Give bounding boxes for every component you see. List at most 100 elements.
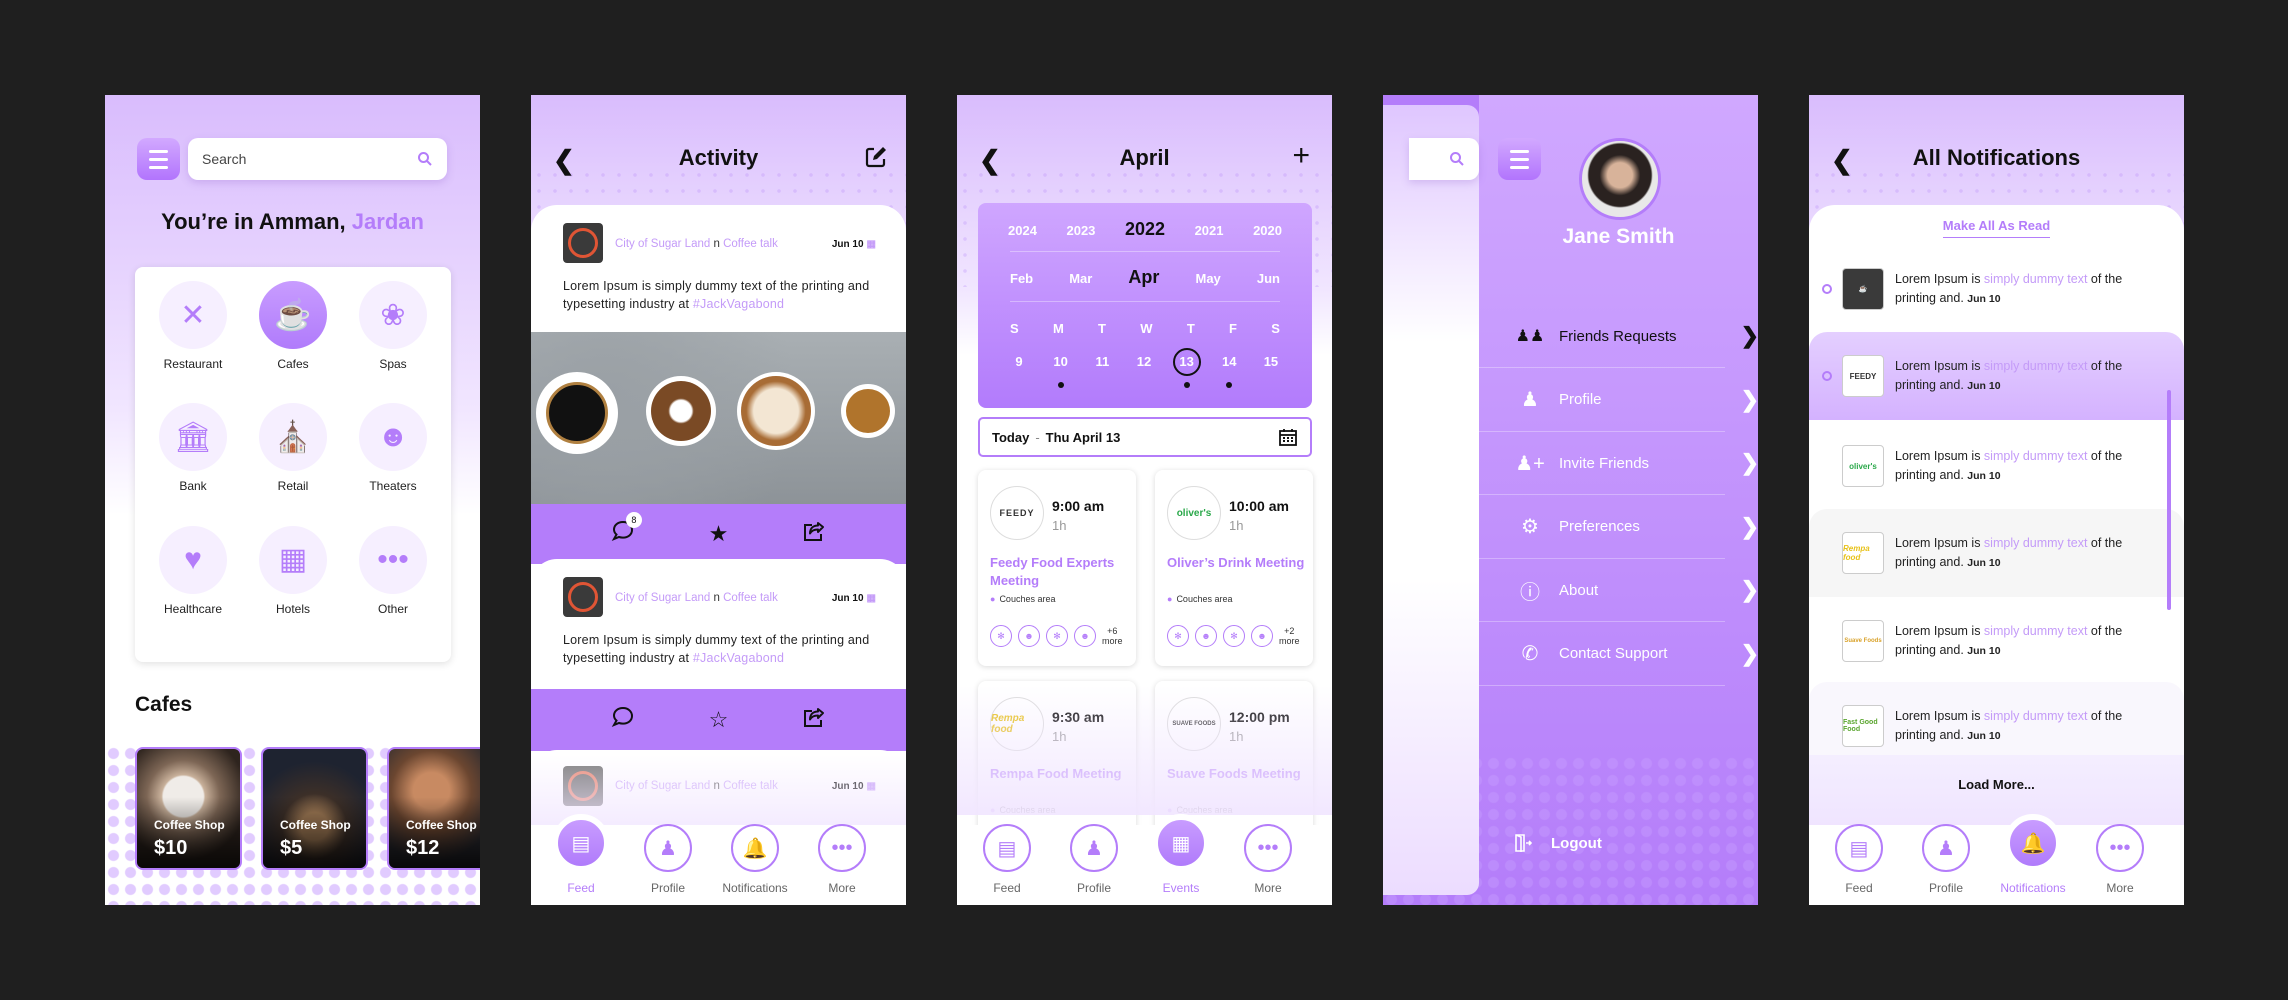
logout-button[interactable]: Logout (1513, 833, 1602, 853)
shop-card[interactable]: Coffee Shop $12 (387, 747, 480, 870)
today-bar[interactable]: Today - Thu April 13 (978, 417, 1312, 457)
notification-date: Jun 10 (1967, 556, 2001, 569)
tab-profile[interactable]: ♟ Profile (1911, 824, 1981, 895)
notification-item[interactable]: Rempa food Lorem Ipsum is simply dummy te… (1809, 509, 2184, 597)
connector: n (713, 238, 720, 250)
year-option[interactable]: 2024 (1008, 223, 1037, 238)
feed-icon: ▤ (983, 824, 1031, 872)
event-card[interactable]: FEEDY 9:00 am 1h Feedy Food Experts Meeting… (978, 470, 1136, 666)
tab-more[interactable]: ••• More (807, 824, 877, 895)
category-retail[interactable]: ⛪ Retail (243, 403, 343, 525)
category-spas[interactable]: ❀ Spas (343, 281, 443, 403)
star-button[interactable]: ★ (703, 521, 733, 547)
menu-item-about[interactable]: ⓘ About ❯ (1479, 559, 1758, 622)
more-icon: ••• (2096, 824, 2144, 872)
date-cell[interactable]: 13 (1172, 348, 1201, 376)
year-option[interactable]: 2020 (1253, 223, 1282, 238)
tab-label: More (1254, 881, 1282, 895)
category-restaurant[interactable]: ✕ Restaurant (143, 281, 243, 403)
avatar[interactable] (1579, 138, 1661, 220)
month-option[interactable]: Mar (1069, 271, 1092, 286)
group-link[interactable]: Coffee talk (723, 592, 778, 604)
date-cell[interactable]: 12 (1131, 354, 1157, 376)
location-highlight[interactable]: Jardan (352, 209, 424, 234)
notification-item[interactable]: Suave Foods Lorem Ipsum is simply dummy t… (1809, 597, 2184, 685)
notification-text: Lorem Ipsum is simply dummy text of the … (1895, 708, 2123, 742)
load-more-button[interactable]: Load More... (1809, 777, 2184, 792)
menu-item-invite-friends[interactable]: ♟+ Invite Friends ❯ (1479, 432, 1758, 495)
date-cell[interactable]: 11 (1089, 354, 1115, 376)
scrollbar[interactable] (2167, 390, 2171, 610)
menu-item-friends-requests[interactable]: ♟♟ Friends Requests ❯ (1479, 305, 1758, 368)
author-avatar[interactable] (563, 223, 603, 263)
date-cell[interactable]: 9 (1006, 354, 1032, 376)
attendee-list[interactable]: ✻ ☻ ✻ ☻ +6 more (990, 625, 1123, 647)
menu-item-contact-support[interactable]: ✆ Contact Support ❯ (1479, 623, 1758, 686)
search-box[interactable] (1409, 138, 1479, 180)
year-option[interactable]: 2021 (1195, 223, 1224, 238)
tab-events[interactable]: ▦ Events (1146, 814, 1216, 895)
main-screen-preview[interactable] (1383, 105, 1479, 895)
tab-notifications[interactable]: 🔔 Notifications (1998, 814, 2068, 895)
star-button[interactable]: ☆ (703, 707, 733, 733)
post-date: Jun 10▦ (831, 239, 876, 250)
date-cell[interactable]: 15 (1258, 354, 1284, 376)
year-option[interactable]: 2022 (1125, 219, 1165, 240)
category-other[interactable]: ••• Other (343, 525, 443, 648)
search-icon[interactable] (417, 151, 433, 167)
year-option[interactable]: 2023 (1066, 223, 1095, 238)
category-theaters[interactable]: ☻ Theaters (343, 403, 443, 525)
category-hotels[interactable]: ▦ Hotels (243, 525, 343, 648)
tab-more[interactable]: ••• More (2085, 824, 2155, 895)
post-image[interactable] (531, 332, 906, 504)
more-icon: ••• (1244, 824, 1292, 872)
more-attendees[interactable]: +6 more (1102, 626, 1123, 646)
menu-item-preferences[interactable]: ⚙ Preferences ❯ (1479, 496, 1758, 559)
search-input[interactable] (202, 151, 417, 167)
hashtag-link[interactable]: #JackVagabond (693, 651, 784, 665)
menu-button[interactable] (1498, 138, 1541, 180)
shop-card[interactable]: Coffee Shop $5 (261, 747, 368, 870)
date-cell[interactable]: 14 (1216, 354, 1242, 376)
author-avatar[interactable] (563, 577, 603, 617)
month-option[interactable]: Feb (1010, 271, 1033, 286)
edit-icon[interactable] (864, 145, 888, 169)
notification-item[interactable]: oliver's Lorem Ipsum is simply dummy text… (1809, 422, 2184, 510)
attendee-list[interactable]: ✻ ☻ ✻ ☻ +2 more (1167, 625, 1300, 647)
calendar-icon[interactable] (1278, 427, 1298, 447)
category-cafes[interactable]: ☕ Cafes (243, 281, 343, 403)
author-link[interactable]: City of Sugar Land (615, 592, 710, 604)
group-link[interactable]: Coffee talk (723, 238, 778, 250)
tab-profile[interactable]: ♟ Profile (633, 824, 703, 895)
profile-icon: ♟ (1922, 824, 1970, 872)
tab-notifications[interactable]: 🔔 Notifications (720, 824, 790, 895)
share-button[interactable] (799, 706, 829, 734)
category-bank[interactable]: 🏛 Bank (143, 403, 243, 525)
mark-all-read-link[interactable]: Make All As Read (1942, 218, 2051, 238)
author-link[interactable]: City of Sugar Land (615, 238, 710, 250)
add-event-button[interactable]: + (1292, 139, 1310, 173)
hashtag-link[interactable]: #JackVagabond (693, 297, 784, 311)
more-attendees[interactable]: +2 more (1279, 626, 1300, 646)
tab-feed[interactable]: ▤ Feed (1824, 824, 1894, 895)
menu-button[interactable] (137, 138, 180, 180)
menu-item-profile[interactable]: ♟ Profile ❯ (1479, 369, 1758, 432)
event-card[interactable]: oliver's 10:00 am 1h Oliver’s Drink Meeting… (1155, 470, 1313, 666)
notification-item[interactable]: ☕ Lorem Ipsum is simply dummy text of the… (1809, 245, 2184, 333)
month-option[interactable]: May (1195, 271, 1220, 286)
date-cell[interactable]: 10 (1048, 354, 1074, 376)
tab-profile[interactable]: ♟ Profile (1059, 824, 1129, 895)
tab-more[interactable]: ••• More (1233, 824, 1303, 895)
comment-button[interactable]: 8 (608, 512, 642, 548)
tab-feed[interactable]: ▤ Feed (546, 814, 616, 895)
category-healthcare[interactable]: ♥ Healthcare (143, 525, 243, 648)
month-option[interactable]: Apr (1128, 267, 1159, 288)
notification-item[interactable]: FEEDY Lorem Ipsum is simply dummy text of… (1809, 332, 2184, 420)
tab-feed[interactable]: ▤ Feed (972, 824, 1042, 895)
profile-icon: ♟ (644, 824, 692, 872)
tab-label: Feed (1845, 881, 1873, 895)
month-option[interactable]: Jun (1257, 271, 1280, 286)
shop-card[interactable]: Coffee Shop $10 (135, 747, 242, 870)
share-button[interactable] (799, 520, 829, 548)
comment-button[interactable] (608, 706, 638, 734)
